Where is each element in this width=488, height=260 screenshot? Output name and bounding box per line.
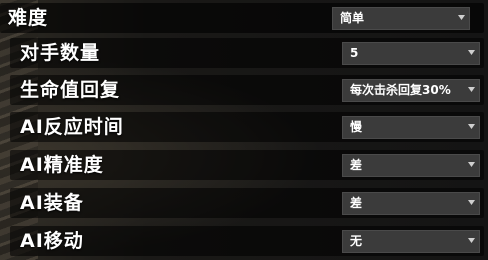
difficulty-value: 简单 — [340, 11, 365, 25]
health-regen-label: 生命值回复 — [20, 79, 121, 101]
ai-settings-panel: 难度 简单 对手数量 5 生命值回复 每次击杀回复30% AI反应时间 慢 AI… — [0, 0, 488, 260]
chevron-down-icon — [458, 15, 465, 20]
ai-reaction-dropdown[interactable]: 慢 — [342, 116, 480, 139]
chevron-down-icon — [468, 200, 475, 205]
setting-row-ai-movement: AI移动 无 — [10, 226, 484, 256]
chevron-down-icon — [468, 238, 475, 243]
difficulty-label: 难度 — [8, 7, 49, 29]
ai-equipment-value: 差 — [350, 196, 363, 210]
opponent-count-dropdown[interactable]: 5 — [342, 42, 480, 65]
setting-row-ai-accuracy: AI精准度 差 — [10, 150, 484, 180]
ai-accuracy-dropdown[interactable]: 差 — [342, 154, 480, 177]
chevron-down-icon — [468, 124, 475, 129]
chevron-down-icon — [468, 87, 475, 92]
opponent-count-label: 对手数量 — [20, 42, 101, 64]
health-regen-dropdown[interactable]: 每次击杀回复30% — [342, 79, 480, 102]
ai-movement-value: 无 — [350, 234, 363, 248]
chevron-down-icon — [468, 162, 475, 167]
ai-movement-label: AI移动 — [20, 230, 84, 252]
ai-accuracy-value: 差 — [350, 158, 363, 172]
ai-movement-dropdown[interactable]: 无 — [342, 230, 480, 253]
setting-row-health-regen: 生命值回复 每次击杀回复30% — [10, 75, 484, 105]
setting-row-ai-reaction: AI反应时间 慢 — [10, 112, 484, 142]
ai-equipment-dropdown[interactable]: 差 — [342, 192, 480, 215]
setting-row-difficulty: 难度 简单 — [0, 3, 484, 33]
difficulty-dropdown[interactable]: 简单 — [332, 7, 470, 30]
setting-row-opponent-count: 对手数量 5 — [10, 38, 484, 68]
ai-equipment-label: AI装备 — [20, 192, 84, 214]
ai-reaction-label: AI反应时间 — [20, 116, 124, 138]
opponent-count-value: 5 — [350, 46, 359, 60]
setting-row-ai-equipment: AI装备 差 — [10, 188, 484, 218]
health-regen-value: 每次击杀回复30% — [350, 83, 451, 97]
ai-reaction-value: 慢 — [350, 120, 363, 134]
ai-accuracy-label: AI精准度 — [20, 154, 104, 176]
chevron-down-icon — [468, 50, 475, 55]
